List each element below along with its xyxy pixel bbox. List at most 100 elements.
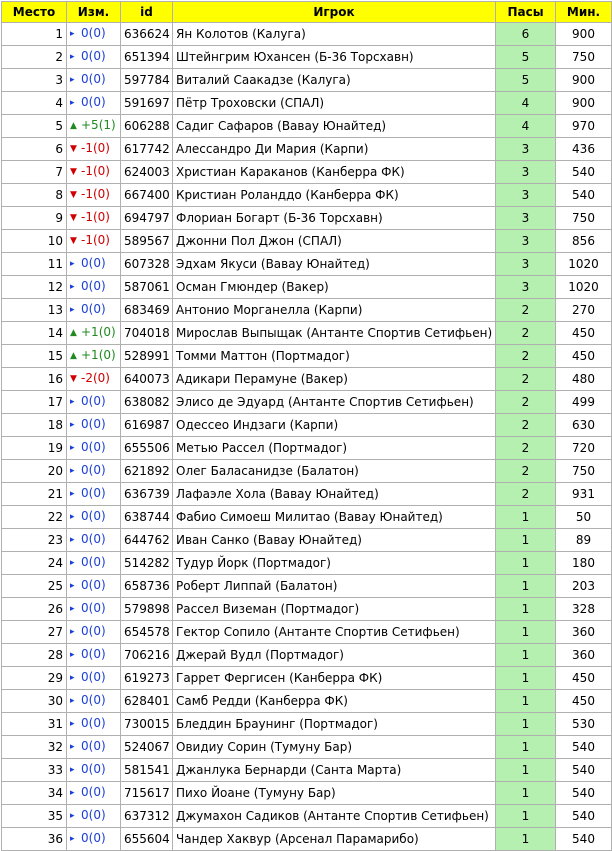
change-cell: ▸ 0(0) (66, 827, 121, 851)
player-name-cell[interactable]: Адикари Перамуне (Вакер) (172, 367, 496, 391)
change-cell: ▸ 0(0) (66, 91, 121, 115)
arrow-right-icon: ▸ (70, 259, 75, 269)
assists-cell: 1 (495, 712, 556, 736)
player-name-cell[interactable]: Кристиан Роланддо (Канберра ФК) (172, 183, 496, 207)
player-name-cell[interactable]: Метью Рассел (Портмадог) (172, 436, 496, 460)
player-name-cell[interactable]: Олег Баласанидзе (Балатон) (172, 459, 496, 483)
player-name-cell[interactable]: Джерай Вудл (Портмадог) (172, 643, 496, 667)
player-name-cell[interactable]: Штейнгрим Юхансен (Б-36 Торсхавн) (172, 45, 496, 69)
change-cell: ▸ 0(0) (66, 413, 121, 437)
player-name-cell[interactable]: Алессандро Ди Мария (Карпи) (172, 137, 496, 161)
player-name-cell[interactable]: Ян Колотов (Калуга) (172, 22, 496, 46)
player-name-cell[interactable]: Бледдин Браунинг (Портмадог) (172, 712, 496, 736)
player-name-cell[interactable]: Чандер Хаквур (Арсенал Парамарибо) (172, 827, 496, 851)
player-id-cell: 616987 (120, 413, 173, 437)
player-name-cell[interactable]: Пихо Йоане (Тумуну Бар) (172, 781, 496, 805)
rank-cell: 21 (1, 482, 67, 506)
change-cell: ▸ 0(0) (66, 298, 121, 322)
player-name-cell[interactable]: Джумахон Садиков (Антанте Спортив Сетифь… (172, 804, 496, 828)
player-name-cell[interactable]: Иван Санко (Вавау Юнайтед) (172, 528, 496, 552)
assists-cell: 3 (495, 206, 556, 230)
player-name-cell[interactable]: Овидиу Сорин (Тумуну Бар) (172, 735, 496, 759)
player-name-cell[interactable]: Гектор Сопило (Антанте Спортив Сетифьен) (172, 620, 496, 644)
player-name-cell[interactable]: Одессео Индзаги (Карпи) (172, 413, 496, 437)
header-minutes[interactable]: Мин. (555, 1, 612, 23)
rank-cell: 4 (1, 91, 67, 115)
change-cell: ▸ 0(0) (66, 620, 121, 644)
player-name-cell[interactable]: Христиан Караканов (Канберра ФК) (172, 160, 496, 184)
header-row: Место Изм. id Игрок Пасы Мин. (1, 1, 612, 23)
change-value: 0(0) (81, 509, 106, 523)
player-name-cell[interactable]: Садиг Сафаров (Вавау Юнайтед) (172, 114, 496, 138)
minutes-cell: 450 (555, 666, 612, 690)
player-name-cell[interactable]: Эдхам Якуси (Вавау Юнайтед) (172, 252, 496, 276)
player-id-cell: 617742 (120, 137, 173, 161)
minutes-cell: 970 (555, 114, 612, 138)
player-id-cell: 628401 (120, 689, 173, 713)
player-name-cell[interactable]: Джанлука Бернарди (Санта Марта) (172, 758, 496, 782)
player-name-cell[interactable]: Роберт Липпай (Балатон) (172, 574, 496, 598)
minutes-cell: 540 (555, 781, 612, 805)
player-name-cell[interactable]: Джонни Пол Джон (СПАЛ) (172, 229, 496, 253)
player-name-cell[interactable]: Фабио Симоеш Милитао (Вавау Юнайтед) (172, 505, 496, 529)
table-row: 2 ▸ 0(0) 651394 Штейнгрим Юхансен (Б-36 Торс… (1, 45, 612, 69)
player-id-cell: 636624 (120, 22, 173, 46)
minutes-cell: 1020 (555, 275, 612, 299)
minutes-cell: 900 (555, 22, 612, 46)
player-name-cell[interactable]: Виталий Саакадзе (Калуга) (172, 68, 496, 92)
table-row: 12 ▸ 0(0) 587061 Осман Гмюндер (Вакер) 3 1020 (1, 275, 612, 299)
arrow-right-icon: ▸ (70, 98, 75, 108)
rank-cell: 34 (1, 781, 67, 805)
table-row: 32 ▸ 0(0) 524067 Овидиу Сорин (Тумуну Бар) 1 5… (1, 735, 612, 759)
player-name-cell[interactable]: Томми Маттон (Портмадог) (172, 344, 496, 368)
rank-cell: 1 (1, 22, 67, 46)
table-row: 15 ▲ +1(0) 528991 Томми Маттон (Портмадог) 2 4… (1, 344, 612, 368)
arrow-down-icon: ▼ (70, 213, 77, 223)
player-id-cell: 581541 (120, 758, 173, 782)
change-value: -1(0) (81, 141, 110, 155)
table-row: 29 ▸ 0(0) 619273 Гаррет Фергисен (Канберра Ф… (1, 666, 612, 690)
player-name-cell[interactable]: Осман Гмюндер (Вакер) (172, 275, 496, 299)
player-name-cell[interactable]: Пётр Троховски (СПАЛ) (172, 91, 496, 115)
change-cell: ▼ -1(0) (66, 137, 121, 161)
rank-cell: 15 (1, 344, 67, 368)
header-id[interactable]: id (120, 1, 173, 23)
player-name-cell[interactable]: Гаррет Фергисен (Канберра ФК) (172, 666, 496, 690)
change-cell: ▸ 0(0) (66, 643, 121, 667)
change-cell: ▸ 0(0) (66, 574, 121, 598)
player-id-cell: 654578 (120, 620, 173, 644)
player-name-cell[interactable]: Мирослав Выпыщак (Антанте Спортив Сетифь… (172, 321, 496, 345)
player-name-cell[interactable]: Элисо де Эдуард (Антанте Спортив Сетифье… (172, 390, 496, 414)
player-name-cell[interactable]: Тудур Йорк (Портмадог) (172, 551, 496, 575)
change-cell: ▸ 0(0) (66, 597, 121, 621)
rank-cell: 32 (1, 735, 67, 759)
arrow-right-icon: ▸ (70, 765, 75, 775)
table-row: 1 ▸ 0(0) 636624 Ян Колотов (Калуга) 6 900 (1, 22, 612, 46)
player-name-cell[interactable]: Антонио Морганелла (Карпи) (172, 298, 496, 322)
table-row: 17 ▸ 0(0) 638082 Элисо де Эдуард (Антанте Сп… (1, 390, 612, 414)
header-assists[interactable]: Пасы (495, 1, 556, 23)
assists-cell: 1 (495, 597, 556, 621)
minutes-cell: 750 (555, 45, 612, 69)
rank-cell: 6 (1, 137, 67, 161)
change-value: -2(0) (81, 371, 110, 385)
minutes-cell: 436 (555, 137, 612, 161)
player-name-cell[interactable]: Самб Редди (Канберра ФК) (172, 689, 496, 713)
assists-cell: 1 (495, 781, 556, 805)
header-player[interactable]: Игрок (172, 1, 496, 23)
minutes-cell: 180 (555, 551, 612, 575)
table-row: 4 ▸ 0(0) 591697 Пётр Троховски (СПАЛ) 4 900 (1, 91, 612, 115)
header-change[interactable]: Изм. (66, 1, 121, 23)
player-name-cell[interactable]: Флориан Богарт (Б-36 Торсхавн) (172, 206, 496, 230)
table-row: 13 ▸ 0(0) 683469 Антонио Морганелла (Карпи) 2… (1, 298, 612, 322)
player-id-cell: 589567 (120, 229, 173, 253)
change-value: 0(0) (81, 417, 106, 431)
assists-cell: 4 (495, 114, 556, 138)
player-name-cell[interactable]: Рассел Виземан (Портмадог) (172, 597, 496, 621)
rank-cell: 16 (1, 367, 67, 391)
rank-cell: 36 (1, 827, 67, 851)
header-rank[interactable]: Место (1, 1, 67, 23)
player-name-cell[interactable]: Лафаэле Хола (Вавау Юнайтед) (172, 482, 496, 506)
table-row: 35 ▸ 0(0) 637312 Джумахон Садиков (Антанте С… (1, 804, 612, 828)
change-value: 0(0) (81, 785, 106, 799)
